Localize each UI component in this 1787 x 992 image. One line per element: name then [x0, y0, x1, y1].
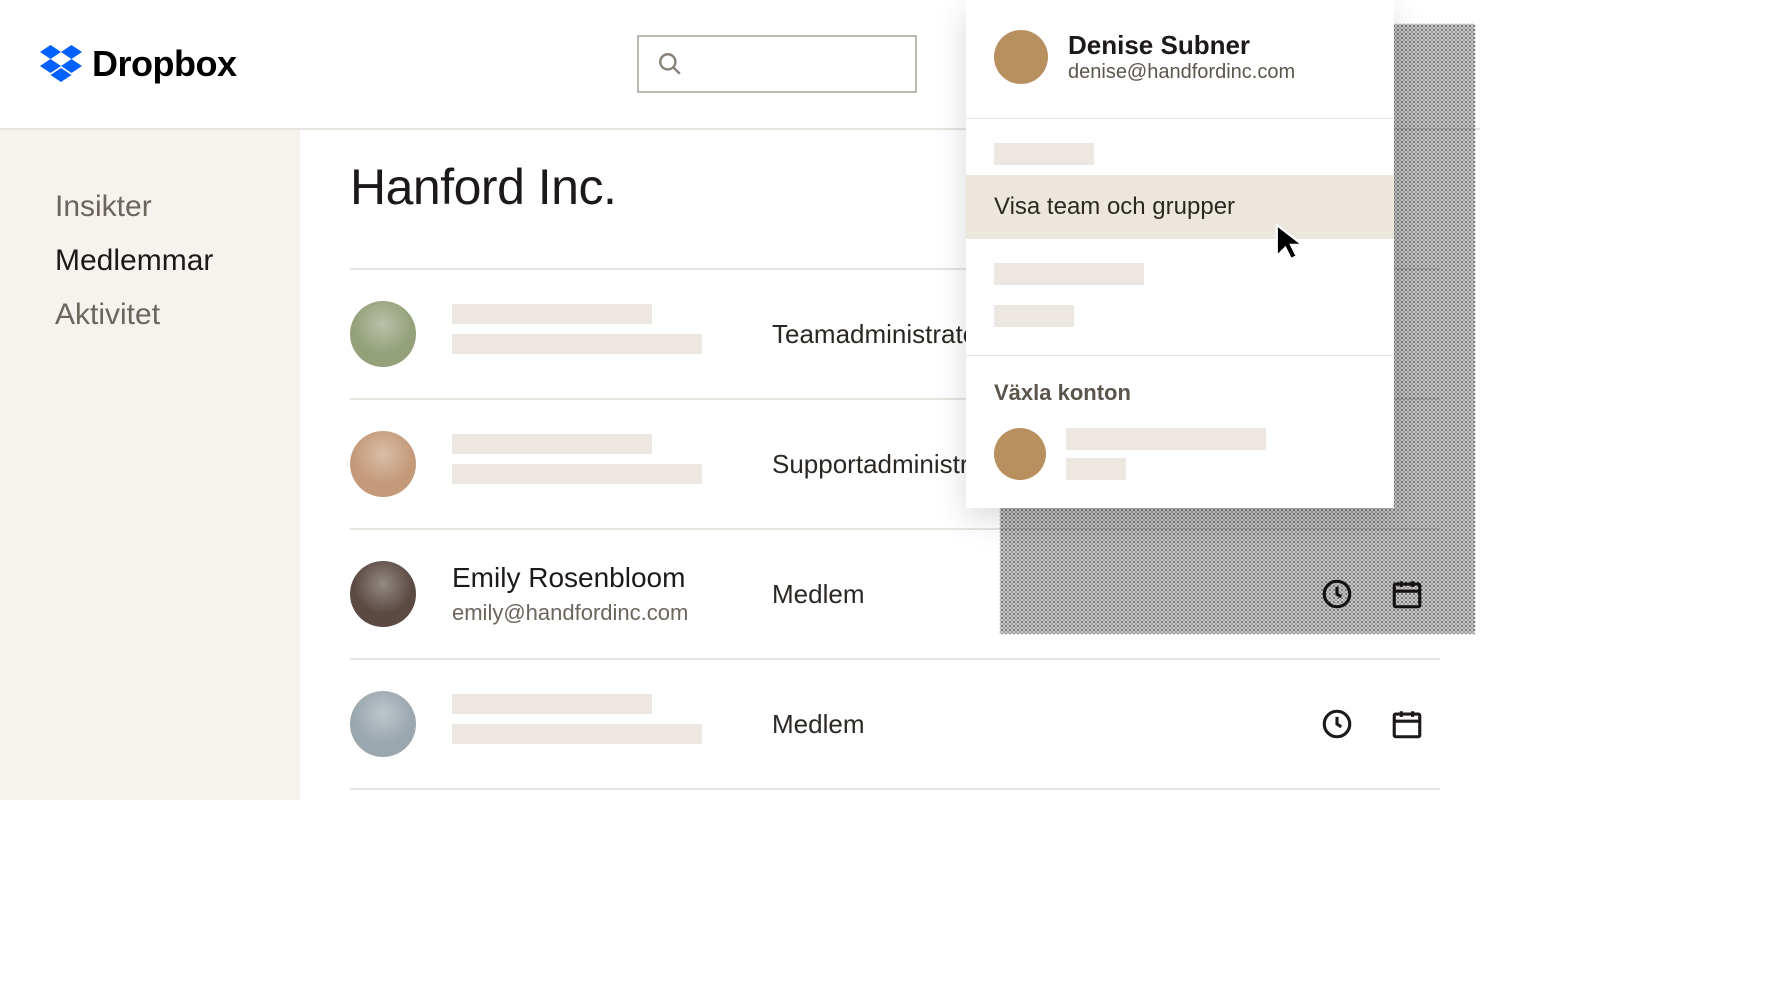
clock-icon[interactable] [1320, 707, 1354, 741]
placeholder [452, 464, 702, 484]
avatar [350, 691, 416, 757]
dropdown-user-email: denise@handfordinc.com [1068, 61, 1295, 84]
member-info [452, 434, 772, 494]
placeholder [994, 143, 1094, 165]
sidebar-item-members[interactable]: Medlemmar [55, 234, 300, 288]
dropdown-switch-label: Växla konton [966, 356, 1394, 420]
sidebar-item-activity[interactable]: Aktivitet [55, 288, 300, 342]
calendar-icon[interactable] [1390, 707, 1424, 741]
placeholder [994, 305, 1074, 327]
search-icon [657, 51, 683, 77]
avatar [994, 428, 1046, 480]
brand-logo[interactable]: Dropbox [40, 43, 237, 85]
placeholder [1066, 428, 1266, 450]
dropbox-icon [40, 45, 82, 83]
sidebar-item-insights[interactable]: Insikter [55, 180, 300, 234]
placeholder [452, 724, 702, 744]
member-email: emily@handfordinc.com [452, 600, 772, 626]
placeholder [452, 304, 652, 324]
dropdown-user-name: Denise Subner [1068, 30, 1295, 61]
sidebar: Insikter Medlemmar Aktivitet [0, 130, 300, 800]
search-input[interactable] [637, 35, 917, 93]
dropdown-account-row[interactable] [966, 420, 1394, 508]
placeholder [452, 334, 702, 354]
placeholder [452, 694, 652, 714]
placeholder [452, 434, 652, 454]
member-role: Medlem [772, 709, 1072, 740]
avatar [350, 301, 416, 367]
dropdown-item-view-team[interactable]: Visa team och grupper [966, 175, 1394, 239]
member-name: Emily Rosenbloom [452, 562, 772, 594]
avatar [994, 30, 1048, 84]
member-info: Emily Rosenbloom emily@handfordinc.com [452, 562, 772, 626]
brand-name: Dropbox [92, 43, 237, 85]
placeholder [1066, 458, 1126, 480]
member-row[interactable]: Medlem [350, 658, 1440, 788]
avatar [350, 561, 416, 627]
member-info [452, 304, 772, 364]
avatar [350, 431, 416, 497]
dropdown-user-header: Denise Subner denise@handfordinc.com [966, 0, 1394, 118]
placeholder [994, 263, 1144, 285]
member-info [452, 694, 772, 754]
account-dropdown: Denise Subner denise@handfordinc.com Vis… [966, 0, 1394, 508]
